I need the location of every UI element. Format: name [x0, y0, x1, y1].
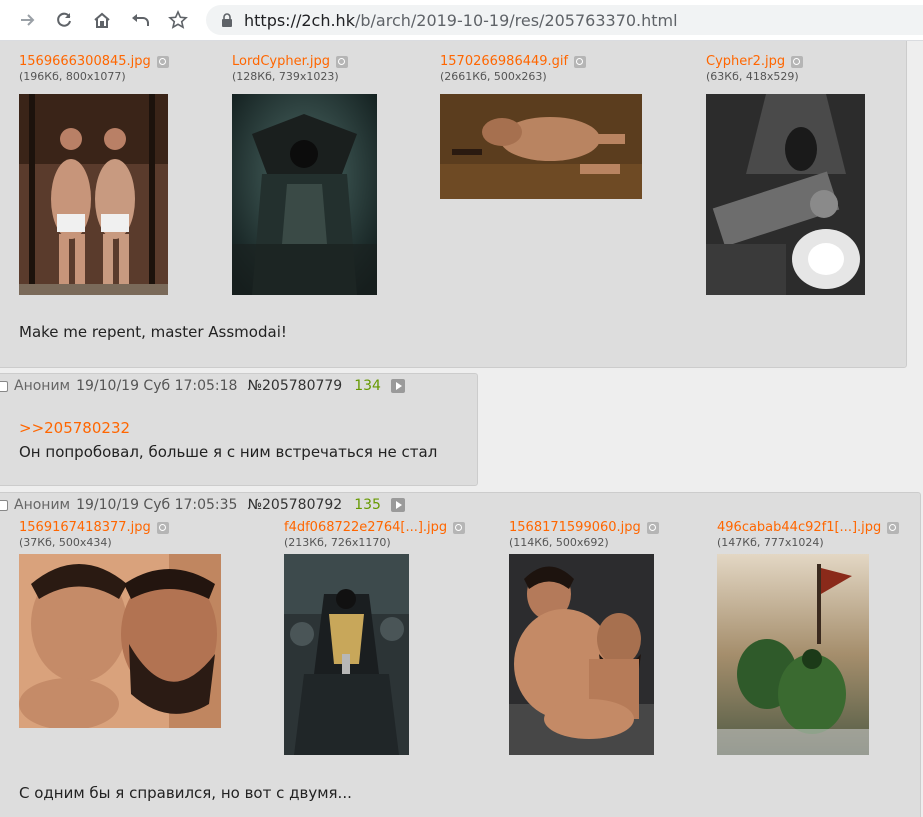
file-3[interactable]: 1568171599060.jpg (114Кб, 500x692) — [509, 520, 659, 549]
poster-name: Аноним — [14, 378, 71, 394]
post-index: 135 — [354, 497, 381, 513]
reply-link[interactable]: >>205780232 — [19, 419, 130, 437]
post-header: Аноним 19/10/19 Суб 17:05:35 №205780792 … — [0, 494, 405, 516]
file-meta: (147Кб, 777x1024) — [717, 536, 824, 549]
post-index: 134 — [354, 378, 381, 394]
file-2[interactable]: f4df068722e2764[...].jpg (213Кб, 726x117… — [284, 520, 466, 549]
file-name[interactable]: 1569167418377.jpg — [19, 520, 151, 535]
post-2: Аноним 19/10/19 Суб 17:05:18 №205780779 … — [0, 373, 478, 486]
zoom-icon[interactable] — [453, 521, 466, 534]
bookmark-star-icon[interactable] — [164, 6, 192, 34]
file-1[interactable]: 1569666300845.jpg (196Кб, 800x1077) — [19, 54, 169, 83]
url-text: https://2ch.hk/b/arch/2019-10-19/res/205… — [244, 11, 678, 30]
image-thumbnail[interactable] — [19, 554, 221, 728]
file-name[interactable]: Cypher2.jpg — [706, 54, 785, 69]
zoom-icon[interactable] — [156, 55, 169, 68]
file-1[interactable]: 1569167418377.jpg (37Кб, 500x434) — [19, 520, 169, 549]
undo-icon[interactable] — [126, 6, 154, 34]
file-meta: (37Кб, 500x434) — [19, 536, 112, 549]
zoom-icon[interactable] — [646, 521, 659, 534]
file-meta: (114Кб, 500x692) — [509, 536, 609, 549]
post-1: 1569666300845.jpg (196Кб, 800x1077) Lord… — [0, 41, 907, 368]
file-name[interactable]: LordCypher.jpg — [232, 54, 330, 69]
file-meta: (2661Кб, 500x263) — [440, 70, 547, 83]
zoom-icon[interactable] — [336, 55, 348, 68]
image-thumbnail[interactable] — [284, 554, 409, 755]
lock-icon — [222, 13, 232, 27]
zoom-icon[interactable] — [887, 521, 900, 534]
image-thumbnail[interactable] — [706, 94, 865, 295]
zoom-icon[interactable] — [791, 55, 804, 68]
image-thumbnail[interactable] — [717, 554, 869, 755]
file-name[interactable]: 1570266986449.gif — [440, 54, 568, 69]
image-thumbnail[interactable] — [19, 94, 168, 295]
image-thumbnail[interactable] — [509, 554, 654, 755]
url-host: https://2ch.hk — [244, 10, 355, 30]
url-path: /b/arch/2019-10-19/res/205763370.html — [354, 10, 678, 30]
post-select-checkbox[interactable] — [0, 499, 8, 511]
post-select-checkbox[interactable] — [0, 380, 8, 392]
address-bar[interactable]: https://2ch.hk/b/arch/2019-10-19/res/205… — [206, 5, 923, 35]
file-4[interactable]: 496cabab44c92f1[...].jpg (147Кб, 777x102… — [717, 520, 900, 549]
post-menu-icon[interactable] — [390, 498, 405, 512]
thread-page: 1569666300845.jpg (196Кб, 800x1077) Lord… — [0, 41, 923, 817]
file-2[interactable]: LordCypher.jpg (128Кб, 739x1023) — [232, 54, 348, 83]
post-number[interactable]: №205780792 — [247, 497, 342, 513]
image-thumbnail[interactable] — [440, 94, 642, 199]
file-name[interactable]: 496cabab44c92f1[...].jpg — [717, 520, 881, 535]
reload-icon[interactable] — [50, 6, 78, 34]
file-name[interactable]: 1568171599060.jpg — [509, 520, 641, 535]
file-4[interactable]: Cypher2.jpg (63Кб, 418x529) — [706, 54, 804, 83]
image-thumbnail[interactable] — [232, 94, 377, 295]
zoom-icon[interactable] — [574, 55, 587, 68]
post-text: Make me repent, master Assmodai! — [19, 323, 287, 341]
post-text: С одним бы я справился, но вот с двумя..… — [19, 784, 352, 802]
zoom-icon[interactable] — [156, 521, 169, 534]
post-text: Он попробовал, больше я с ним встречатьс… — [19, 443, 438, 461]
file-meta: (213Кб, 726x1170) — [284, 536, 391, 549]
forward-icon[interactable] — [14, 6, 42, 34]
file-meta: (196Кб, 800x1077) — [19, 70, 126, 83]
file-name[interactable]: 1569666300845.jpg — [19, 54, 151, 69]
file-meta: (63Кб, 418x529) — [706, 70, 799, 83]
post-date: 19/10/19 Суб 17:05:35 — [76, 497, 238, 513]
file-3[interactable]: 1570266986449.gif (2661Кб, 500x263) — [440, 54, 587, 83]
post-number[interactable]: №205780779 — [247, 378, 342, 394]
post-menu-icon[interactable] — [390, 379, 405, 393]
browser-toolbar: https://2ch.hk/b/arch/2019-10-19/res/205… — [0, 0, 923, 41]
post-3: Аноним 19/10/19 Суб 17:05:35 №205780792 … — [0, 492, 921, 817]
post-header: Аноним 19/10/19 Суб 17:05:18 №205780779 … — [0, 375, 405, 397]
post-date: 19/10/19 Суб 17:05:18 — [76, 378, 238, 394]
file-name[interactable]: f4df068722e2764[...].jpg — [284, 520, 447, 535]
home-icon[interactable] — [88, 6, 116, 34]
poster-name: Аноним — [14, 497, 71, 513]
file-meta: (128Кб, 739x1023) — [232, 70, 339, 83]
